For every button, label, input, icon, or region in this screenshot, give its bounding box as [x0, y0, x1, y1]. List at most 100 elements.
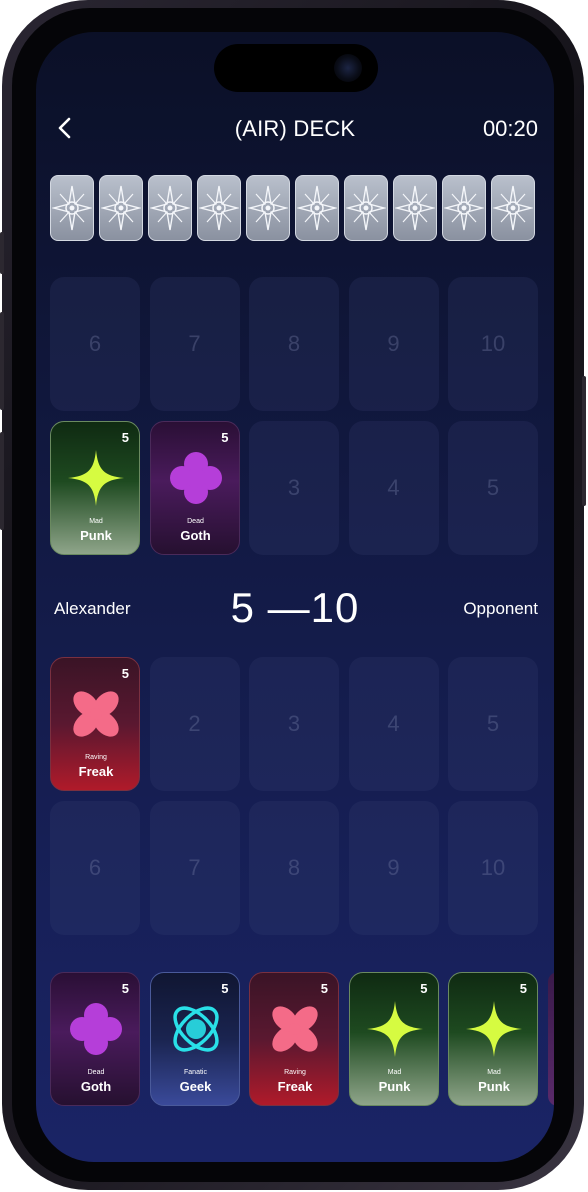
card-value: 5	[519, 981, 527, 996]
card-geek[interactable]: 5 Fanatic Geek	[149, 972, 240, 1106]
power-button	[582, 376, 586, 506]
card-slot[interactable]: 5	[448, 657, 538, 791]
card-slot[interactable]: 7	[149, 277, 240, 411]
card-value: 5	[121, 981, 129, 996]
volume-up-button	[0, 312, 4, 410]
four-point-star-icon	[366, 1001, 423, 1057]
card-slot[interactable]: 8	[249, 277, 339, 411]
card-slot[interactable]: 9	[348, 277, 439, 411]
card-symbol	[151, 999, 239, 1059]
four-point-star-icon	[466, 1001, 522, 1057]
card-punk[interactable]: 5 Mad Punk	[50, 421, 140, 555]
card-adjective: Mad	[387, 1069, 402, 1076]
draw-deck	[50, 175, 538, 243]
card-slot[interactable]: 4	[348, 421, 439, 555]
star-eye-icon	[150, 185, 190, 231]
deck-card-back[interactable]	[197, 175, 241, 241]
card-symbol	[51, 999, 139, 1059]
volume-down-button	[0, 432, 4, 530]
scoreboard: Alexander 5 —10 Opponent	[36, 584, 554, 634]
card-symbol	[151, 448, 239, 508]
card-slot[interactable]: 3	[249, 421, 339, 555]
deck-card-back[interactable]	[491, 175, 535, 241]
page-title: (AIR) DECK	[234, 116, 356, 141]
header-bar: (AIR) DECK 00:20	[36, 112, 554, 144]
card-freak[interactable]: 5 Raving Freak	[50, 657, 140, 791]
clover-icon	[70, 1003, 122, 1055]
star-eye-icon	[297, 185, 337, 231]
player-row-front: 5 Raving Freak 2 3 4 5	[50, 657, 540, 791]
card-slot[interactable]: 3	[249, 657, 339, 791]
card-adjective: Mad	[89, 518, 103, 525]
card-name: Punk	[478, 1079, 510, 1094]
card-value: 5	[121, 430, 129, 445]
opponent-name: Opponent	[463, 599, 538, 618]
card-name: Goth	[180, 528, 211, 543]
star-eye-icon	[395, 185, 435, 231]
card-goth[interactable]: 5 Dead Goth	[50, 972, 140, 1106]
card-name: Freak	[277, 1079, 313, 1094]
deck-card-back[interactable]	[99, 175, 143, 241]
deck-card-back[interactable]	[148, 175, 192, 241]
card-value: 5	[221, 981, 229, 996]
card-slot[interactable]: 8	[249, 801, 339, 935]
card-value: 5	[221, 430, 229, 445]
card-adjective: Raving	[284, 1069, 306, 1076]
card-adjective: Fanatic	[184, 1069, 207, 1076]
hand-card-partial[interactable]	[547, 972, 554, 1106]
card-symbol	[350, 999, 438, 1059]
card-value: 5	[320, 981, 328, 996]
card-slot[interactable]: 10	[448, 277, 538, 411]
star-eye-icon	[101, 185, 141, 231]
game-screen: (AIR) DECK 00:20 6 7 8 9 10 5 Mad Punk 5 Dead Got…	[36, 32, 554, 1162]
deck-card-back[interactable]	[50, 175, 94, 241]
card-value: 5	[420, 981, 428, 996]
card-name: Freak	[78, 764, 114, 779]
star-eye-icon	[199, 185, 239, 231]
card-slot[interactable]: 9	[348, 801, 439, 935]
card-adjective: Dead	[87, 1069, 105, 1076]
action-button	[0, 232, 4, 274]
deck-card-back[interactable]	[295, 175, 339, 241]
card-punk[interactable]: 5 Mad Punk	[348, 972, 439, 1106]
card-slot[interactable]: 7	[149, 801, 240, 935]
card-slot[interactable]: 10	[448, 801, 538, 935]
front-camera	[334, 54, 362, 82]
x-petal-icon	[272, 1006, 318, 1052]
card-symbol	[51, 448, 139, 508]
card-name: Goth	[80, 1079, 112, 1094]
card-symbol	[449, 999, 537, 1059]
timer: 00:20	[482, 116, 538, 141]
star-eye-icon	[444, 185, 484, 231]
star-eye-icon	[52, 185, 92, 231]
star-eye-icon	[346, 185, 386, 231]
card-symbol	[51, 684, 139, 744]
four-point-star-icon	[68, 450, 124, 506]
card-punk[interactable]: 5 Mad Punk	[448, 972, 538, 1106]
card-slot[interactable]: 6	[50, 801, 140, 935]
opponent-row-back: 6 7 8 9 10	[50, 277, 540, 411]
card-goth[interactable]: 5 Dead Goth	[149, 421, 240, 555]
card-slot[interactable]: 6	[50, 277, 140, 411]
player-hand: 5 Dead Goth 5 Fanatic Geek 5 Raving Freak 5 Mad Pun…	[50, 972, 554, 1106]
card-freak[interactable]: 5 Raving Freak	[249, 972, 339, 1106]
card-adjective: Raving	[85, 754, 107, 761]
card-name: Punk	[80, 528, 112, 543]
star-eye-icon	[493, 185, 533, 231]
atom-icon	[172, 1006, 219, 1052]
card-value: 5	[121, 666, 129, 681]
x-petal-icon	[73, 691, 119, 737]
deck-card-back[interactable]	[393, 175, 437, 241]
card-name: Punk	[378, 1079, 411, 1094]
deck-card-back[interactable]	[442, 175, 486, 241]
deck-card-back[interactable]	[344, 175, 388, 241]
deck-card-back[interactable]	[246, 175, 290, 241]
card-slot[interactable]: 5	[448, 421, 538, 555]
player-row-back: 6 7 8 9 10	[50, 801, 540, 935]
card-name: Geek	[179, 1079, 212, 1094]
card-slot[interactable]: 4	[348, 657, 439, 791]
card-slot[interactable]: 2	[149, 657, 240, 791]
clover-icon	[169, 452, 222, 504]
card-adjective: Dead	[187, 518, 204, 525]
star-eye-icon	[248, 185, 288, 231]
